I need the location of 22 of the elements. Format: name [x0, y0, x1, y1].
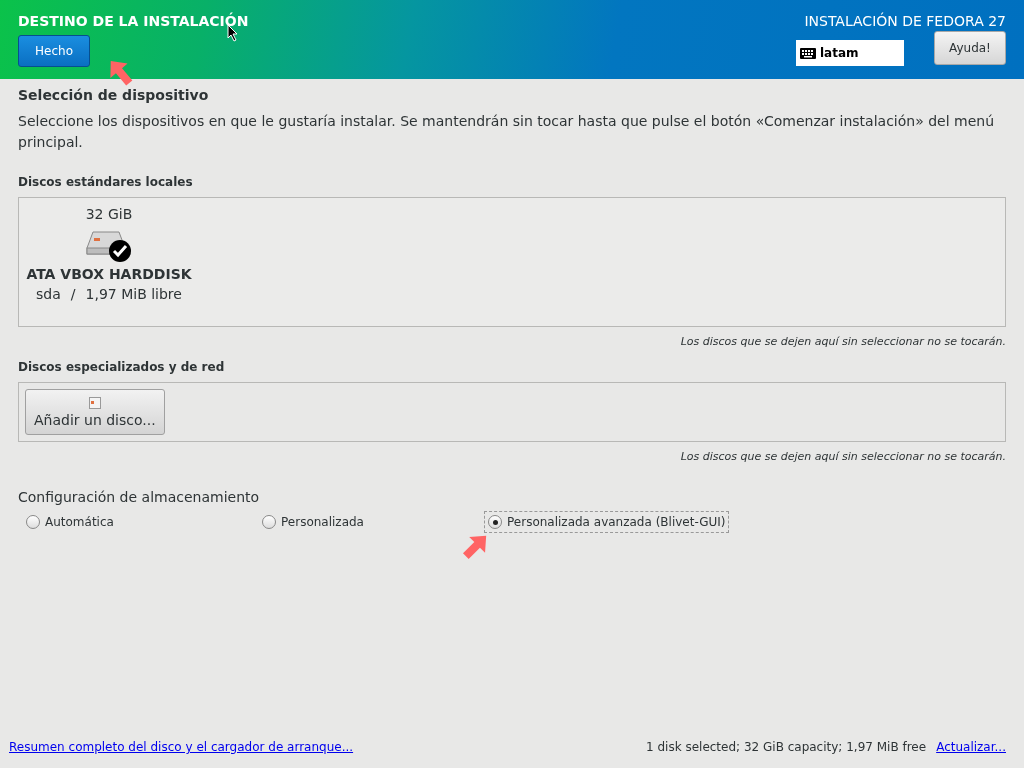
radio-option[interactable]: Personalizada: [258, 511, 368, 533]
hint-text: Los discos que se dejen aquí sin seleccionar no se tocarán.: [679, 335, 1006, 348]
summary-link[interactable]: Resumen completo del disco y el cargador de arranque...: [9, 740, 354, 754]
radio-option[interactable]: Personalizada avanzada (Blivet-GUI): [484, 511, 730, 533]
description-text: Seleccione los dispositivos en que le gustaría instalar. Se mantendrán sin tocar hasta que pulse el botón «Comenzar instalación» del menú principal.: [18, 112, 995, 152]
radio-option[interactable]: Automática: [22, 511, 118, 533]
screen-title: DESTINO DE LA INSTALACIÓN: [18, 13, 249, 29]
add-disk-button[interactable]: Añadir un disco...: [25, 389, 165, 435]
status-text: 1 disk selected; 32 GiB capacity; 1,97 MiB free: [646, 740, 927, 754]
keyboard-icon: [800, 47, 816, 59]
refresh-link[interactable]: Actualizar...: [936, 740, 1006, 754]
hint-text: Los discos que se dejen aquí sin seleccionar no se tocarán.: [679, 450, 1006, 463]
done-button[interactable]: Hecho: [18, 35, 90, 67]
disk-item[interactable]: 32 GiB ATA VBOX HARDDISK sda / 1,97 MiB libre: [19, 198, 199, 302]
section-heading: Selección de dispositivo: [18, 87, 210, 103]
section-heading: Discos estándares locales: [18, 175, 194, 189]
help-button[interactable]: Ayuda!: [934, 31, 1006, 65]
keyboard-layout-indicator[interactable]: latam: [796, 40, 904, 66]
section-heading: Discos especializados y de red: [18, 360, 226, 374]
product-title: INSTALACIÓN DE FEDORA 27: [804, 13, 1006, 29]
cursor-icon: [227, 24, 239, 42]
section-heading: Configuración de almacenamiento: [18, 489, 261, 505]
